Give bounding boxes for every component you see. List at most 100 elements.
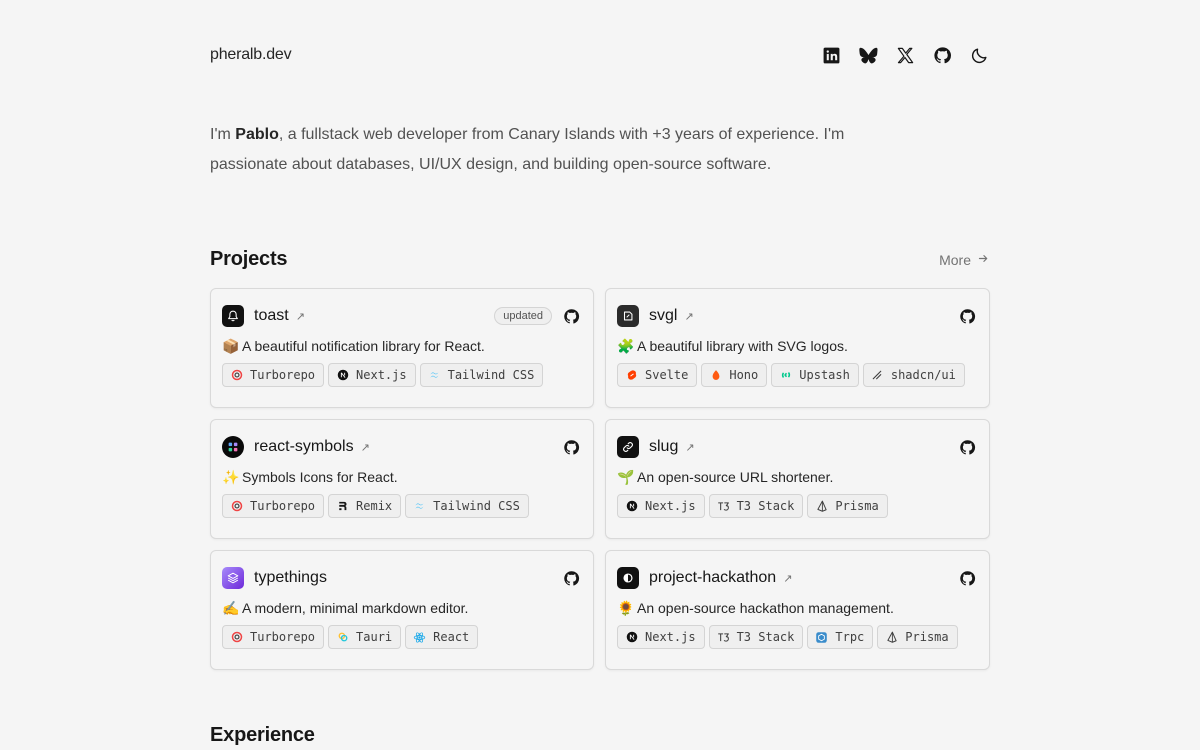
tag-list: Turborepo Remix Tailwind CSS — [222, 494, 582, 518]
project-name[interactable]: slug — [649, 438, 678, 456]
linkedin-icon[interactable] — [820, 44, 842, 66]
site-title[interactable]: pheralb.dev — [210, 46, 292, 64]
arrow-right-icon — [977, 252, 990, 268]
github-icon[interactable] — [958, 307, 976, 325]
prisma-icon — [885, 631, 898, 644]
project-description: 📦 A beautiful notification library for R… — [222, 337, 582, 355]
github-icon[interactable] — [562, 307, 580, 325]
nextjs-icon — [625, 631, 638, 644]
x-icon[interactable] — [894, 44, 916, 66]
tag-nextjs[interactable]: Next.js — [328, 363, 416, 387]
tag-react[interactable]: React — [405, 625, 479, 649]
intro-text: I'm Pablo, a fullstack web developer fro… — [210, 120, 850, 180]
project-card: slug ↗ 🌱 An open-source URL shortener. N… — [605, 419, 990, 539]
tag-tailwind[interactable]: Tailwind CSS — [419, 363, 544, 387]
intro-suffix: , a fullstack web developer from Canary … — [210, 126, 845, 173]
status-badge: updated — [494, 307, 552, 325]
tag-nextjs[interactable]: Next.js — [617, 494, 705, 518]
experience-title: Experience — [210, 724, 315, 746]
intro-prefix: I'm — [210, 126, 236, 143]
more-link[interactable]: More — [939, 252, 990, 268]
tag-upstash[interactable]: Upstash — [771, 363, 859, 387]
description-emoji: 🌻 — [617, 599, 635, 616]
external-link-icon[interactable]: ↗ — [684, 310, 693, 323]
external-link-icon[interactable]: ↗ — [361, 441, 370, 454]
description-text: An open-source URL shortener. — [637, 469, 834, 485]
tauri-icon — [336, 631, 349, 644]
react-symbols-logo-icon — [222, 436, 244, 458]
project-card: typethings ✍️ A modern, minimal markdown… — [210, 550, 594, 670]
tag-nextjs[interactable]: Next.js — [617, 625, 705, 649]
description-text: Symbols Icons for React. — [242, 469, 398, 485]
external-link-icon[interactable]: ↗ — [296, 310, 305, 323]
tag-hono[interactable]: Hono — [701, 363, 768, 387]
trpc-icon — [815, 631, 828, 644]
github-icon[interactable] — [562, 438, 580, 456]
tag-list: Turborepo Next.js Tailwind CSS — [222, 363, 582, 387]
dark-mode-icon[interactable] — [968, 44, 990, 66]
social-links — [820, 44, 990, 66]
tag-tailwind[interactable]: Tailwind CSS — [405, 494, 529, 518]
project-card: project-hackathon ↗ 🌻 An open-source hac… — [605, 550, 990, 670]
project-name[interactable]: toast — [254, 307, 289, 325]
tag-turborepo[interactable]: Turborepo — [222, 625, 325, 649]
description-text: A modern, minimal markdown editor. — [242, 600, 469, 616]
t3-icon — [717, 631, 730, 644]
github-icon[interactable] — [931, 44, 953, 66]
hackathon-logo-icon — [617, 567, 639, 589]
tag-prisma[interactable]: Prisma — [807, 494, 888, 518]
svgl-logo-icon — [617, 305, 639, 327]
tag-prisma[interactable]: Prisma — [877, 625, 958, 649]
description-emoji: 🌱 — [617, 468, 635, 485]
description-emoji: 📦 — [222, 337, 240, 354]
project-description: 🧩 A beautiful library with SVG logos. — [617, 337, 978, 355]
description-emoji: ✍️ — [222, 599, 240, 616]
typethings-logo-icon — [222, 567, 244, 589]
external-link-icon[interactable]: ↗ — [783, 572, 792, 585]
tailwind-icon — [413, 500, 426, 513]
project-description: 🌱 An open-source URL shortener. — [617, 468, 978, 486]
tag-trpc[interactable]: Trpc — [807, 625, 874, 649]
projects-grid: toast ↗ updated 📦 A beautiful notificati… — [210, 288, 990, 670]
tag-list: Next.js T3 Stack Trpc Prisma — [617, 625, 978, 649]
project-name[interactable]: react-symbols — [254, 438, 354, 456]
description-text: A beautiful library with SVG logos. — [637, 338, 848, 354]
intro-name: Pablo — [235, 126, 279, 143]
bluesky-icon[interactable] — [857, 44, 879, 66]
tag-t3[interactable]: T3 Stack — [708, 625, 804, 649]
github-icon[interactable] — [562, 569, 580, 587]
turborepo-icon — [230, 500, 243, 513]
upstash-icon — [779, 369, 792, 382]
project-card: react-symbols ↗ ✨ Symbols Icons for Reac… — [210, 419, 594, 539]
tag-turborepo[interactable]: Turborepo — [222, 363, 325, 387]
remix-icon — [336, 500, 349, 513]
prisma-icon — [815, 500, 828, 513]
project-card: toast ↗ updated 📦 A beautiful notificati… — [210, 288, 594, 408]
tag-tauri[interactable]: Tauri — [328, 625, 402, 649]
tag-list: Next.js T3 Stack Prisma — [617, 494, 978, 518]
tag-list: Turborepo Tauri React — [222, 625, 582, 649]
tag-turborepo[interactable]: Turborepo — [222, 494, 325, 518]
project-name[interactable]: svgl — [649, 307, 677, 325]
github-icon[interactable] — [958, 438, 976, 456]
turborepo-icon — [230, 369, 243, 382]
tag-svelte[interactable]: Svelte — [617, 363, 698, 387]
tag-t3[interactable]: T3 Stack — [708, 494, 804, 518]
project-name[interactable]: typethings — [254, 569, 327, 587]
project-description: 🌻 An open-source hackathon management. — [617, 599, 978, 617]
project-name[interactable]: project-hackathon — [649, 569, 776, 587]
external-link-icon[interactable]: ↗ — [685, 441, 694, 454]
description-text: A beautiful notification library for Rea… — [242, 338, 485, 354]
projects-header: Projects More — [210, 248, 990, 271]
react-icon — [413, 631, 426, 644]
shadcn-icon — [871, 369, 884, 382]
project-description: ✍️ A modern, minimal markdown editor. — [222, 599, 582, 617]
hono-icon — [709, 369, 722, 382]
tag-list: Svelte Hono Upstash shadcn/ui — [617, 363, 978, 387]
tag-shadcn[interactable]: shadcn/ui — [862, 363, 965, 387]
github-icon[interactable] — [958, 569, 976, 587]
t3-icon — [717, 500, 730, 513]
link-logo-icon — [617, 436, 639, 458]
tag-remix[interactable]: Remix — [328, 494, 402, 518]
tailwind-icon — [428, 369, 441, 382]
